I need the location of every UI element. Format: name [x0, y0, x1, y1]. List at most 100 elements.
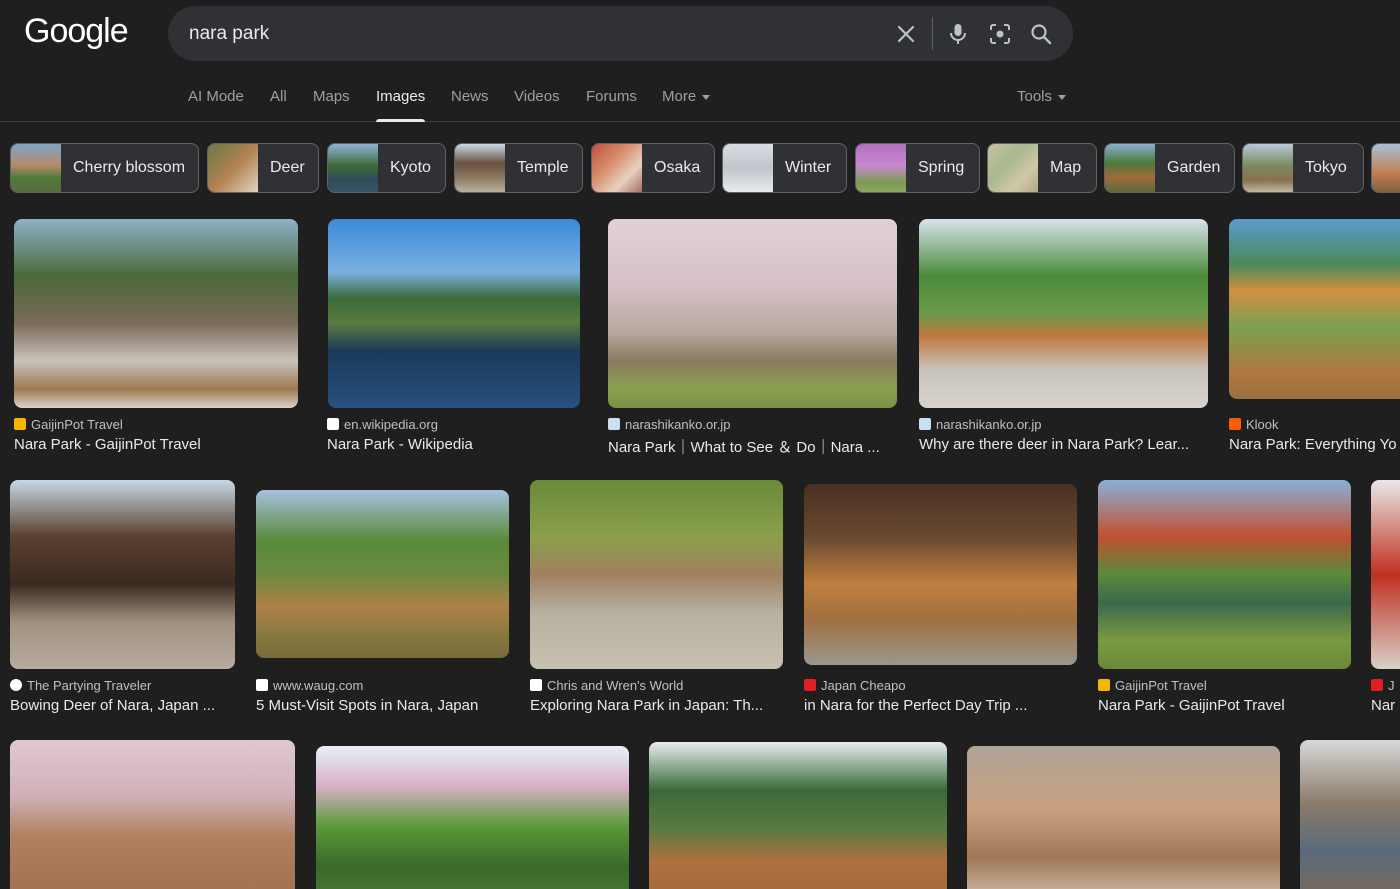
result-source-label: J [1388, 678, 1395, 693]
image-result[interactable] [963, 740, 1283, 889]
chip-label: Cherry blossom [73, 159, 186, 176]
result-title[interactable]: Exploring Nara Park in Japan: Th... [530, 697, 772, 714]
chip-thumbnail [328, 144, 378, 192]
gaijinpot-favicon-icon [1098, 679, 1110, 691]
chevron-down-icon [702, 94, 711, 100]
chip-thumbnail [1372, 144, 1400, 192]
chip-tokyo[interactable]: Tokyo [1242, 143, 1364, 193]
chip-osaka[interactable]: Osaka [591, 143, 715, 193]
image-result[interactable]: Klook Nara Park: Everything Yo [1225, 219, 1400, 459]
result-source-label: narashikanko.or.jp [625, 417, 731, 432]
result-thumbnail[interactable] [608, 219, 897, 408]
tab-images[interactable]: Images [376, 88, 426, 122]
camera-lens-icon[interactable] [985, 19, 1015, 49]
narashikanko-favicon-icon [608, 418, 620, 430]
chip-garden[interactable]: Garden [1104, 143, 1235, 193]
result-title[interactable]: Nar [1371, 697, 1400, 714]
result-thumbnail[interactable] [1229, 219, 1400, 399]
image-result[interactable] [645, 740, 950, 889]
image-result[interactable]: GaijinPot Travel Nara Park - GaijinPot T… [10, 219, 300, 459]
result-thumbnail[interactable] [649, 742, 947, 889]
result-title[interactable]: Bowing Deer of Nara, Japan ... [10, 697, 235, 714]
image-result[interactable] [312, 740, 632, 889]
result-title[interactable]: Nara Park - GaijinPot Travel [1098, 697, 1348, 714]
image-result[interactable]: GaijinPot Travel Nara Park - GaijinPot T… [1094, 480, 1354, 720]
result-source-label: Klook [1246, 417, 1279, 432]
chip-spring[interactable]: Spring [855, 143, 980, 193]
search-box[interactable] [168, 6, 1073, 61]
image-result[interactable] [1296, 740, 1400, 889]
image-result[interactable]: www.waug.com 5 Must-Visit Spots in Nara,… [252, 480, 512, 720]
chip-label: Map [1050, 159, 1082, 176]
chip-deer[interactable]: Deer [207, 143, 319, 193]
result-title[interactable]: 5 Must-Visit Spots in Nara, Japan [256, 697, 511, 714]
image-result[interactable]: The Partying Traveler Bowing Deer of Nar… [6, 480, 238, 720]
result-thumbnail[interactable] [10, 740, 295, 889]
chris-wren-favicon-icon [530, 679, 542, 691]
image-result[interactable]: narashikanko.or.jp Nara Park｜What to See… [604, 219, 900, 459]
result-thumbnail[interactable] [804, 484, 1077, 665]
result-source: The Partying Traveler [10, 678, 235, 693]
result-title[interactable]: Nara Park - GaijinPot Travel [14, 436, 299, 453]
image-result[interactable]: Japan Cheapo in Nara for the Perfect Day… [800, 480, 1080, 720]
result-source-label: Chris and Wren's World [547, 678, 684, 693]
result-title[interactable]: Nara Park: Everything Yo [1229, 436, 1400, 453]
chip-thumbnail [723, 144, 773, 192]
result-source: narashikanko.or.jp [919, 417, 1209, 432]
chip-thumbnail [1243, 144, 1293, 192]
chip-thumbnail [208, 144, 258, 192]
chip-partial[interactable] [1371, 143, 1400, 193]
result-source-label: GaijinPot Travel [31, 417, 123, 432]
tab-more[interactable]: More [662, 88, 711, 122]
result-source-label: en.wikipedia.org [344, 417, 438, 432]
image-result[interactable]: en.wikipedia.org Nara Park - Wikipedia [323, 219, 585, 459]
image-result[interactable] [6, 740, 298, 889]
result-source: en.wikipedia.org [327, 417, 577, 432]
result-source: Klook [1229, 417, 1399, 432]
tab-all[interactable]: All [270, 88, 287, 122]
image-result[interactable]: J Nar [1367, 480, 1400, 720]
tab-news[interactable]: News [451, 88, 489, 122]
result-thumbnail[interactable] [316, 746, 629, 889]
search-input[interactable] [189, 20, 879, 48]
waug-favicon-icon [256, 679, 268, 691]
result-thumbnail[interactable] [1300, 740, 1400, 889]
chip-temple[interactable]: Temple [454, 143, 583, 193]
tab-maps[interactable]: Maps [313, 88, 350, 122]
result-thumbnail[interactable] [14, 219, 298, 408]
result-title[interactable]: Nara Park - Wikipedia [327, 436, 577, 453]
result-thumbnail[interactable] [530, 480, 783, 669]
chip-cherry-blossom[interactable]: Cherry blossom [10, 143, 199, 193]
result-thumbnail[interactable] [328, 219, 580, 408]
result-title[interactable]: in Nara for the Perfect Day Trip ... [804, 697, 1074, 714]
result-thumbnail[interactable] [919, 219, 1208, 408]
microphone-icon[interactable] [943, 19, 973, 49]
result-thumbnail[interactable] [967, 746, 1280, 889]
chip-kyoto[interactable]: Kyoto [327, 143, 446, 193]
tab-ai-mode[interactable]: AI Mode [188, 88, 244, 122]
result-thumbnail[interactable] [256, 490, 509, 658]
chip-winter[interactable]: Winter [722, 143, 847, 193]
tab-forums[interactable]: Forums [586, 88, 637, 122]
result-source-label: narashikanko.or.jp [936, 417, 1042, 432]
result-source-label: Japan Cheapo [821, 678, 906, 693]
result-source: J [1371, 678, 1400, 693]
result-title[interactable]: Nara Park｜What to See ＆ Do｜Nara ... [608, 436, 898, 457]
chip-thumbnail [1105, 144, 1155, 192]
chip-label: Garden [1167, 159, 1221, 176]
result-thumbnail[interactable] [1098, 480, 1351, 669]
image-result[interactable]: Chris and Wren's World Exploring Nara Pa… [526, 480, 786, 720]
tools-label: Tools [1017, 88, 1053, 105]
result-thumbnail[interactable] [10, 480, 235, 669]
clear-icon[interactable] [891, 19, 921, 49]
result-source: www.waug.com [256, 678, 506, 693]
image-result[interactable]: narashikanko.or.jp Why are there deer in… [915, 219, 1210, 459]
tab-videos[interactable]: Videos [514, 88, 560, 122]
result-title[interactable]: Why are there deer in Nara Park? Lear... [919, 436, 1199, 453]
tools-button[interactable]: Tools [1017, 88, 1067, 105]
gaijinpot-favicon-icon [14, 418, 26, 430]
google-logo[interactable]: Google [24, 12, 129, 51]
chip-map[interactable]: Map [987, 143, 1097, 193]
search-icon[interactable] [1026, 19, 1056, 49]
result-thumbnail[interactable] [1371, 480, 1400, 669]
